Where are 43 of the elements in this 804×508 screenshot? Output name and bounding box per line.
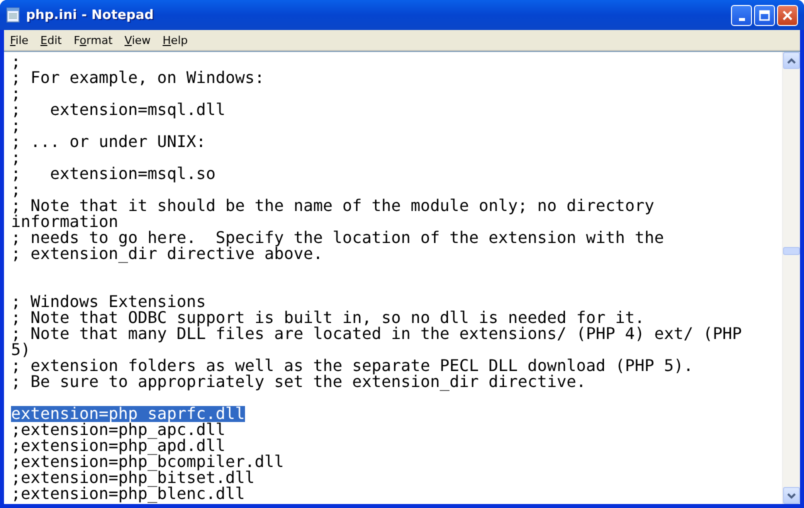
scroll-down-button[interactable] [783, 487, 800, 504]
notepad-icon [6, 7, 20, 23]
text-line: ; [11, 182, 21, 198]
maximize-button[interactable] [754, 4, 775, 26]
text-line: ; [11, 86, 21, 102]
text-line: ; [11, 150, 21, 166]
menu-item[interactable]: View [118, 32, 157, 48]
text-line: ; [11, 54, 21, 70]
text-line: ; extension folders as well as the separate PECL DLL download (PHP 5). [11, 358, 694, 374]
text-line: ; extension=msql.dll [11, 102, 226, 118]
text-line: information [11, 214, 118, 230]
text-line: ;extension=php_bcompiler.dll [11, 454, 284, 470]
text-line: 5) [11, 342, 30, 358]
vertical-scrollbar[interactable] [782, 52, 800, 504]
text-line: ; needs to go here. Specify the location of the extension with the [11, 230, 664, 246]
minimize-icon [738, 18, 744, 20]
text-line: ; ... or under UNIX: [11, 134, 206, 150]
menu-item[interactable]: File [4, 32, 34, 48]
text-line: ; extension=msql.so [11, 166, 216, 182]
text-line: ;extension=php_apd.dll [11, 438, 226, 454]
text-line: ; Note that many DLL files are located in the extensions/ (PHP 4) ext/ (PHP [11, 326, 742, 342]
text-line: ; extension_dir directive above. [11, 246, 323, 262]
menu-item[interactable]: Edit [34, 32, 68, 48]
close-button[interactable] [777, 4, 798, 26]
text-line: ; [11, 118, 21, 134]
text-line: ; Note that ODBC support is built in, so no dll is needed for it. [11, 310, 644, 326]
text-line: ;extension=php_blenc.dll [11, 486, 245, 502]
close-icon [782, 10, 793, 20]
scroll-thumb[interactable] [783, 247, 800, 255]
text-line: ; Note that it should be the name of the module only; no directory [11, 198, 654, 214]
text-line: ;extension=php_bitset.dll [11, 470, 255, 486]
window-title: php.ini - Notepad [26, 8, 155, 22]
scroll-up-button[interactable] [783, 52, 800, 69]
text-line: ; Be sure to appropriately set the extension_dir directive. [11, 374, 586, 390]
chevron-down-icon [787, 492, 796, 498]
chevron-up-icon [787, 58, 796, 64]
maximize-icon [759, 10, 770, 20]
menu-item[interactable]: Format [68, 32, 119, 48]
text-line: ;extension=php_apc.dll [11, 422, 226, 438]
text-line: ; For example, on Windows: [11, 70, 264, 86]
menu-item[interactable]: Help [156, 32, 194, 48]
minimize-button[interactable] [731, 4, 752, 26]
text-line: ; Windows Extensions [11, 294, 206, 310]
